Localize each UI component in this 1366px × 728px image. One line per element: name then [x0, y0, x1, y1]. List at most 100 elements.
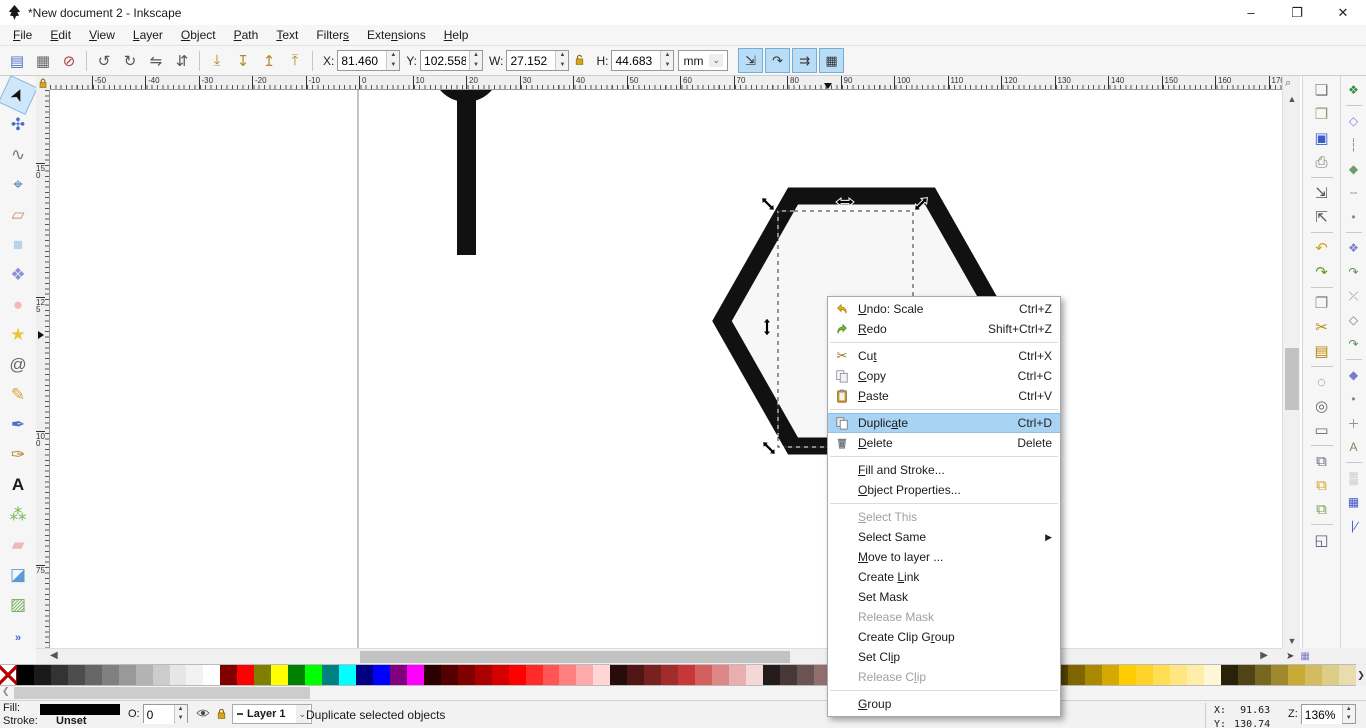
- rotate-ccw-button[interactable]: ↺: [91, 48, 117, 74]
- y-field-spinbox[interactable]: ▲▼: [420, 50, 484, 71]
- menu-item-duplicate[interactable]: Duplicate Ctrl+D: [828, 413, 1060, 433]
- lower-one-step-button[interactable]: ↧: [230, 48, 256, 74]
- minimize-button[interactable]: –: [1228, 0, 1274, 25]
- menu-item-undo-scale[interactable]: Undo: Scale Ctrl+Z: [828, 299, 1060, 319]
- zoom-input[interactable]: [1301, 705, 1342, 724]
- h-field-input[interactable]: [612, 51, 661, 70]
- unit-dropdown[interactable]: mm ⌄: [678, 50, 729, 71]
- snap-cusp-nodes-button[interactable]: ◇: [1343, 308, 1365, 332]
- menu-file[interactable]: File: [4, 26, 41, 44]
- color-swatch[interactable]: [1254, 665, 1272, 685]
- color-swatch[interactable]: [356, 665, 373, 685]
- menu-item-cut[interactable]: ✂ Cut Ctrl+X: [828, 346, 1060, 366]
- menu-item-release-mask[interactable]: Release Mask: [828, 607, 1060, 627]
- layer-visibility-eye-icon[interactable]: [196, 708, 210, 718]
- palette-scroll-left-arrow[interactable]: ❮: [2, 686, 10, 697]
- menu-path[interactable]: Path: [225, 26, 268, 44]
- color-swatch[interactable]: [220, 665, 238, 685]
- snap-object-centers-button[interactable]: •: [1343, 387, 1365, 411]
- color-swatch[interactable]: [728, 665, 746, 685]
- color-swatch[interactable]: [1068, 665, 1085, 685]
- color-swatch[interactable]: [508, 665, 526, 685]
- menu-item-set-mask[interactable]: Set Mask: [828, 587, 1060, 607]
- menu-item-create-clip-group[interactable]: Create Clip Group: [828, 627, 1060, 647]
- scroll-corner[interactable]: ➤ ▦: [1282, 648, 1366, 664]
- zoom-drawing-button[interactable]: ◎: [1308, 394, 1336, 418]
- color-swatch[interactable]: [796, 665, 814, 685]
- color-swatch[interactable]: [1186, 665, 1204, 685]
- menu-object[interactable]: Object: [172, 26, 225, 44]
- save-document-button[interactable]: ▣: [1308, 126, 1336, 150]
- color-swatch[interactable]: [237, 665, 255, 685]
- undo-button[interactable]: ↶: [1308, 236, 1336, 260]
- duplicate-button[interactable]: ⧉: [1308, 449, 1336, 473]
- horizontal-ruler[interactable]: -50 -40 -30 -20 -10 0 10 20 30 40 50 60 70 80 90 100 110…: [50, 76, 1282, 90]
- snap-grid-button[interactable]: ▦: [1343, 490, 1365, 514]
- zoom-page-button[interactable]: ▭: [1308, 418, 1336, 442]
- color-swatch[interactable]: [67, 665, 85, 685]
- color-swatch[interactable]: [1220, 665, 1238, 685]
- tweak-tool[interactable]: ∿: [3, 140, 33, 170]
- zoom-tool[interactable]: ⌖: [3, 170, 33, 200]
- color-swatch[interactable]: [1322, 665, 1340, 685]
- color-swatch[interactable]: [50, 665, 68, 685]
- color-swatch[interactable]: [271, 665, 289, 685]
- vertical-scrollbar[interactable]: ⌕ ▲ ▼: [1282, 76, 1300, 648]
- color-swatch[interactable]: [474, 665, 492, 685]
- vertical-scroll-thumb[interactable]: [1285, 348, 1299, 410]
- color-swatch[interactable]: [593, 665, 611, 685]
- color-swatch[interactable]: [1237, 665, 1255, 685]
- scale-corners-toggle[interactable]: ↷: [765, 48, 791, 73]
- copy-button[interactable]: ❐: [1308, 291, 1336, 315]
- scroll-right-arrow[interactable]: ▶: [1260, 650, 1268, 661]
- color-swatch[interactable]: [33, 665, 51, 685]
- snap-bbox-edge-mid-button[interactable]: ╌: [1343, 181, 1365, 205]
- opacity-input[interactable]: [143, 705, 174, 724]
- spiral-tool[interactable]: @: [3, 350, 33, 380]
- pencil-tool[interactable]: ✎: [3, 380, 33, 410]
- flip-horizontal-button[interactable]: ⇋: [143, 48, 169, 74]
- color-swatch[interactable]: [84, 665, 102, 685]
- snap-bbox-corners-button[interactable]: ◆: [1343, 157, 1365, 181]
- color-swatch[interactable]: [457, 665, 475, 685]
- color-swatch[interactable]: [695, 665, 713, 685]
- gradient-tool[interactable]: ▨: [3, 590, 33, 620]
- opacity-spinner[interactable]: ▲▼: [142, 704, 188, 724]
- close-button[interactable]: ✕: [1320, 0, 1366, 25]
- xml-editor-button[interactable]: ◱: [1308, 528, 1336, 552]
- fill-color-swatch[interactable]: [40, 704, 120, 715]
- color-swatch[interactable]: [186, 665, 204, 685]
- raise-one-step-button[interactable]: ↥: [256, 48, 282, 74]
- menu-item-copy[interactable]: Copy Ctrl+C: [828, 366, 1060, 386]
- menu-item-paste[interactable]: Paste Ctrl+V: [828, 386, 1060, 406]
- x-field-spin-arrows[interactable]: ▲ ▼: [386, 51, 400, 70]
- paste-button[interactable]: ▤: [1308, 339, 1336, 363]
- spray-tool[interactable]: ⁂: [3, 500, 33, 530]
- vertical-ruler[interactable]: 1​5​0 1​2​5 1​0​0 7​5: [36, 90, 50, 648]
- color-swatch[interactable]: [576, 665, 594, 685]
- canvas[interactable]: [50, 90, 1282, 648]
- palette-scroll-thumb[interactable]: [14, 687, 310, 699]
- color-swatch[interactable]: [1169, 665, 1187, 685]
- color-swatch[interactable]: [1288, 665, 1306, 685]
- quick-zoom-icon[interactable]: ⌕: [1285, 77, 1291, 90]
- color-swatch[interactable]: [339, 665, 357, 685]
- menu-item-delete[interactable]: Delete Delete: [828, 433, 1060, 453]
- ellipse-tool[interactable]: ●: [3, 290, 33, 320]
- select-all-button[interactable]: ▤: [4, 48, 30, 74]
- menu-layer[interactable]: Layer: [124, 26, 172, 44]
- color-swatch[interactable]: [1203, 665, 1221, 685]
- snap-page-border-button[interactable]: ▒: [1343, 466, 1365, 490]
- eraser-tool[interactable]: ▰: [3, 530, 33, 560]
- select-all-in-all-layers-button[interactable]: ▦: [30, 48, 56, 74]
- selector-tool[interactable]: ➤: [0, 75, 38, 115]
- snap-rotation-center-button[interactable]: ＋: [1343, 411, 1365, 435]
- color-swatch[interactable]: [610, 665, 628, 685]
- text-tool[interactable]: A: [3, 470, 33, 500]
- color-swatch[interactable]: [322, 665, 340, 685]
- color-swatch[interactable]: [762, 665, 780, 685]
- snap-smooth-nodes-button[interactable]: ↷: [1343, 332, 1365, 356]
- color-swatch[interactable]: [712, 665, 729, 685]
- snap-enable-button[interactable]: ❖: [1343, 78, 1365, 102]
- y-field-spin-arrows[interactable]: ▲ ▼: [469, 51, 483, 70]
